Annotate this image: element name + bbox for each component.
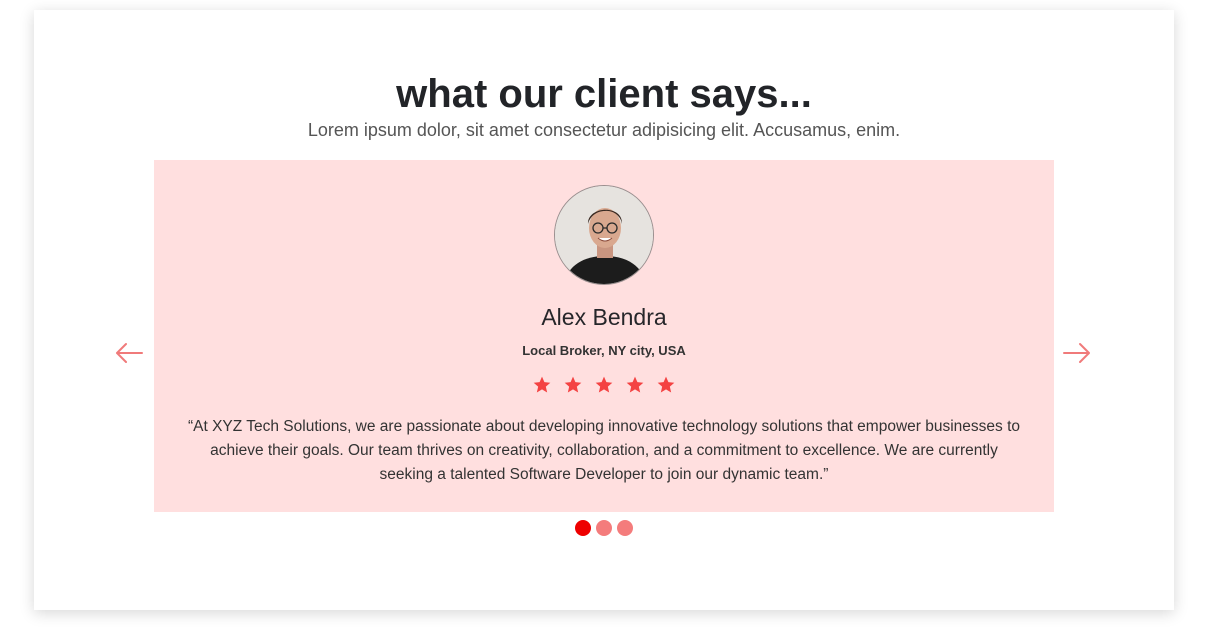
section-title: what our client says... [396, 72, 812, 116]
carousel-dot[interactable] [596, 520, 612, 536]
star-rating [154, 375, 1054, 395]
testimonial-quote: “At XYZ Tech Solutions, we are passionat… [187, 418, 1021, 483]
section-subtitle: Lorem ipsum dolor, sit amet consectetur … [307, 120, 901, 140]
client-name: Alex Bendra [541, 304, 667, 330]
carousel-next-button[interactable] [1062, 340, 1092, 366]
testimonial-section: what our client says... Lorem ipsum dolo… [34, 10, 1174, 610]
star-icon [564, 376, 582, 393]
star-icon [626, 376, 644, 393]
avatar [554, 185, 654, 285]
client-role: Local Broker, NY city, USA [522, 343, 686, 358]
star-icon [595, 376, 613, 393]
star-icon [657, 376, 675, 393]
carousel-dot[interactable] [575, 520, 591, 536]
carousel-indicators [34, 520, 1174, 536]
star-icon [533, 376, 551, 393]
carousel-prev-button[interactable] [114, 340, 144, 366]
testimonial-slide: Alex Bendra Local Broker, NY city, USA “… [154, 160, 1054, 512]
person-photo [555, 186, 653, 284]
arrow-left-icon [116, 343, 143, 363]
arrow-right-icon [1063, 343, 1090, 363]
carousel-dot[interactable] [617, 520, 633, 536]
